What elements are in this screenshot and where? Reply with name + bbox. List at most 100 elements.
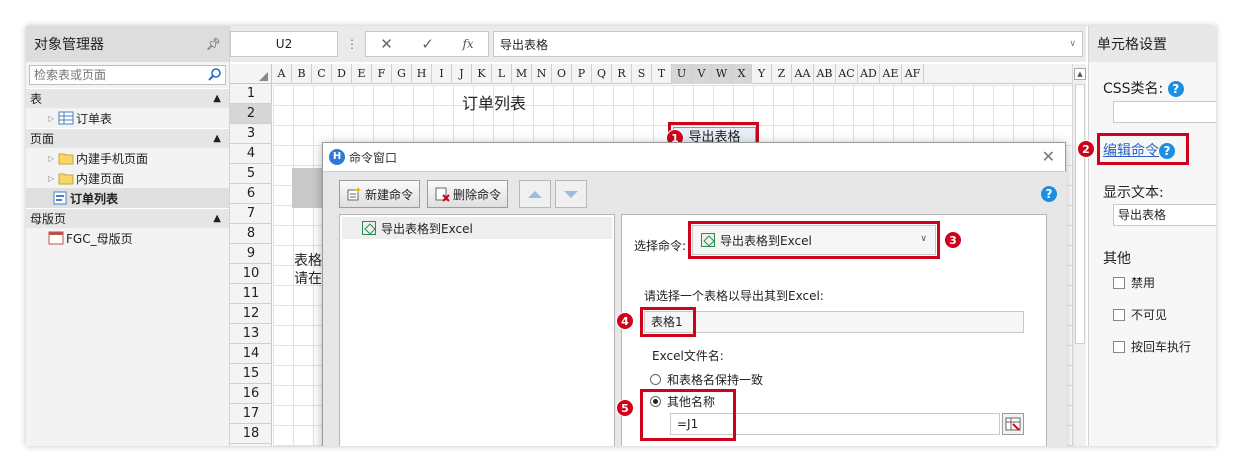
row-header-cell[interactable]: 17 — [230, 404, 272, 424]
search-input[interactable] — [30, 66, 200, 84]
row-header-cell[interactable]: 11 — [230, 284, 272, 304]
tree-item-builtin-mobile[interactable]: ▷ 内建手机页面 — [26, 148, 229, 168]
expand-arrow-icon[interactable]: ▷ — [48, 154, 58, 163]
formula-value-input[interactable]: 导出表格 ∨ — [493, 31, 1083, 57]
row-header-cell[interactable]: 4 — [230, 144, 272, 164]
row-header-cell[interactable]: 2 — [230, 104, 272, 124]
column-header-cell[interactable]: L — [492, 64, 512, 84]
css-class-input[interactable] — [1113, 101, 1216, 123]
column-header-cell[interactable]: Z — [772, 64, 792, 84]
delete-command-button[interactable]: 删除命令 — [427, 180, 509, 208]
tree-item-order-list[interactable]: 订单列表 — [26, 188, 229, 208]
formula-picker-button[interactable] — [1002, 413, 1024, 435]
column-header-cell[interactable]: AB — [814, 64, 836, 84]
sheet-title-cell[interactable]: 订单列表 — [462, 90, 526, 114]
column-header-cell[interactable]: Q — [592, 64, 612, 84]
column-header-cell[interactable]: C — [312, 64, 332, 84]
display-text-input[interactable]: 导出表格 — [1113, 204, 1216, 226]
help-icon[interactable]: ? — [1041, 186, 1057, 202]
column-header-cell[interactable]: S — [632, 64, 652, 84]
select-all-corner[interactable] — [230, 64, 272, 84]
column-header-cell[interactable]: P — [572, 64, 592, 84]
chevron-up-icon[interactable]: ▲ — [213, 213, 221, 224]
column-header-cell[interactable]: D — [332, 64, 352, 84]
row-header-cell[interactable]: 16 — [230, 384, 272, 404]
column-header-cell[interactable]: AD — [858, 64, 880, 84]
row-header-cell[interactable]: 14 — [230, 344, 272, 364]
row-header-cell[interactable]: 3 — [230, 124, 272, 144]
column-header-cell[interactable]: V — [692, 64, 712, 84]
row-header-cell[interactable]: 7 — [230, 204, 272, 224]
column-header-cell[interactable]: M — [512, 64, 532, 84]
cell-reference-box[interactable]: U2 — [230, 31, 338, 57]
checkbox-enter-execute[interactable]: 按回车执行 — [1113, 338, 1191, 355]
chevron-up-icon[interactable]: ▲ — [213, 93, 221, 104]
scrollbar-thumb[interactable] — [1075, 84, 1085, 344]
table-select-input[interactable]: 表格1 — [644, 311, 1024, 333]
expand-arrow-icon[interactable]: ▷ — [48, 174, 58, 183]
scroll-up-icon[interactable]: ▲ — [1074, 68, 1086, 80]
column-header-cell[interactable]: X — [732, 64, 752, 84]
section-master[interactable]: 母版页 ▲ — [26, 208, 229, 228]
fx-icon[interactable]: fx — [462, 37, 473, 51]
command-list[interactable]: 导出表格到Excel — [339, 214, 615, 446]
column-header-cell[interactable]: A — [272, 64, 292, 84]
checkbox-box[interactable] — [1113, 276, 1125, 289]
column-header-cell[interactable]: AE — [880, 64, 902, 84]
column-header-cell[interactable]: B — [292, 64, 312, 84]
expand-arrow-icon[interactable]: ▷ — [48, 114, 58, 123]
help-icon[interactable]: ? — [1167, 81, 1184, 97]
column-header-cell[interactable]: H — [412, 64, 432, 84]
column-header-cell[interactable]: I — [432, 64, 452, 84]
radio-button[interactable] — [650, 374, 661, 385]
column-header-cell[interactable]: W — [712, 64, 732, 84]
row-header-cell[interactable]: 1 — [230, 84, 272, 104]
section-tables[interactable]: 表 ▲ — [26, 88, 229, 108]
column-header-cell[interactable]: AA — [792, 64, 814, 84]
row-header-cell[interactable]: 6 — [230, 184, 272, 204]
column-header-cell[interactable]: O — [552, 64, 572, 84]
section-pages[interactable]: 页面 ▲ — [26, 128, 229, 148]
row-header-cell[interactable]: 18 — [230, 424, 272, 444]
checkbox-invisible[interactable]: 不可见 — [1113, 306, 1167, 323]
tree-item-builtin-pages[interactable]: ▷ 内建页面 — [26, 168, 229, 188]
cancel-icon[interactable]: ✕ — [380, 35, 393, 53]
column-header-cell[interactable]: K — [472, 64, 492, 84]
column-header-cell[interactable]: AC — [836, 64, 858, 84]
new-command-button[interactable]: 新建命令 — [339, 180, 421, 208]
column-header-cell[interactable]: AF — [902, 64, 924, 84]
vertical-scrollbar[interactable]: ▲ — [1072, 64, 1086, 446]
column-header-cell[interactable]: F — [372, 64, 392, 84]
row-header-cell[interactable]: 5 — [230, 164, 272, 184]
column-header-cell[interactable]: U — [672, 64, 692, 84]
row-header-cell[interactable]: 9 — [230, 244, 272, 264]
list-item[interactable]: 导出表格到Excel — [342, 217, 612, 239]
radio-same-as-table[interactable]: 和表格名保持一致 — [650, 371, 763, 388]
column-header-cell[interactable]: J — [452, 64, 472, 84]
move-down-button[interactable] — [555, 180, 587, 208]
tree-item-fgc-master[interactable]: FGC_母版页 — [26, 228, 229, 248]
row-header-cell[interactable]: 15 — [230, 364, 272, 384]
checkbox-box[interactable] — [1113, 308, 1125, 321]
checkbox-disabled[interactable]: 禁用 — [1113, 274, 1155, 291]
close-icon[interactable]: ✕ — [1042, 147, 1055, 166]
search-icon[interactable] — [208, 67, 222, 81]
chevron-up-icon[interactable]: ▲ — [213, 133, 221, 144]
confirm-icon[interactable]: ✓ — [421, 35, 434, 53]
column-header-cell[interactable]: N — [532, 64, 552, 84]
move-up-button[interactable] — [519, 180, 551, 208]
column-header-cell[interactable]: T — [652, 64, 672, 84]
column-header-cell[interactable]: Y — [752, 64, 772, 84]
column-header-cell[interactable]: R — [612, 64, 632, 84]
column-header-cell[interactable]: G — [392, 64, 412, 84]
row-header-cell[interactable]: 12 — [230, 304, 272, 324]
row-header-cell[interactable]: 10 — [230, 264, 272, 284]
drag-handle-icon[interactable]: ⋮ — [345, 31, 359, 57]
row-header-cell[interactable]: 13 — [230, 324, 272, 344]
expand-icon[interactable]: ∨ — [1069, 39, 1076, 49]
tree-item-order-table[interactable]: ▷ 订单表 — [26, 108, 229, 128]
row-header-cell[interactable]: 8 — [230, 224, 272, 244]
dialog-titlebar[interactable]: H 命令窗口 ✕ — [323, 143, 1065, 171]
checkbox-box[interactable] — [1113, 340, 1125, 353]
search-box[interactable] — [29, 65, 226, 85]
